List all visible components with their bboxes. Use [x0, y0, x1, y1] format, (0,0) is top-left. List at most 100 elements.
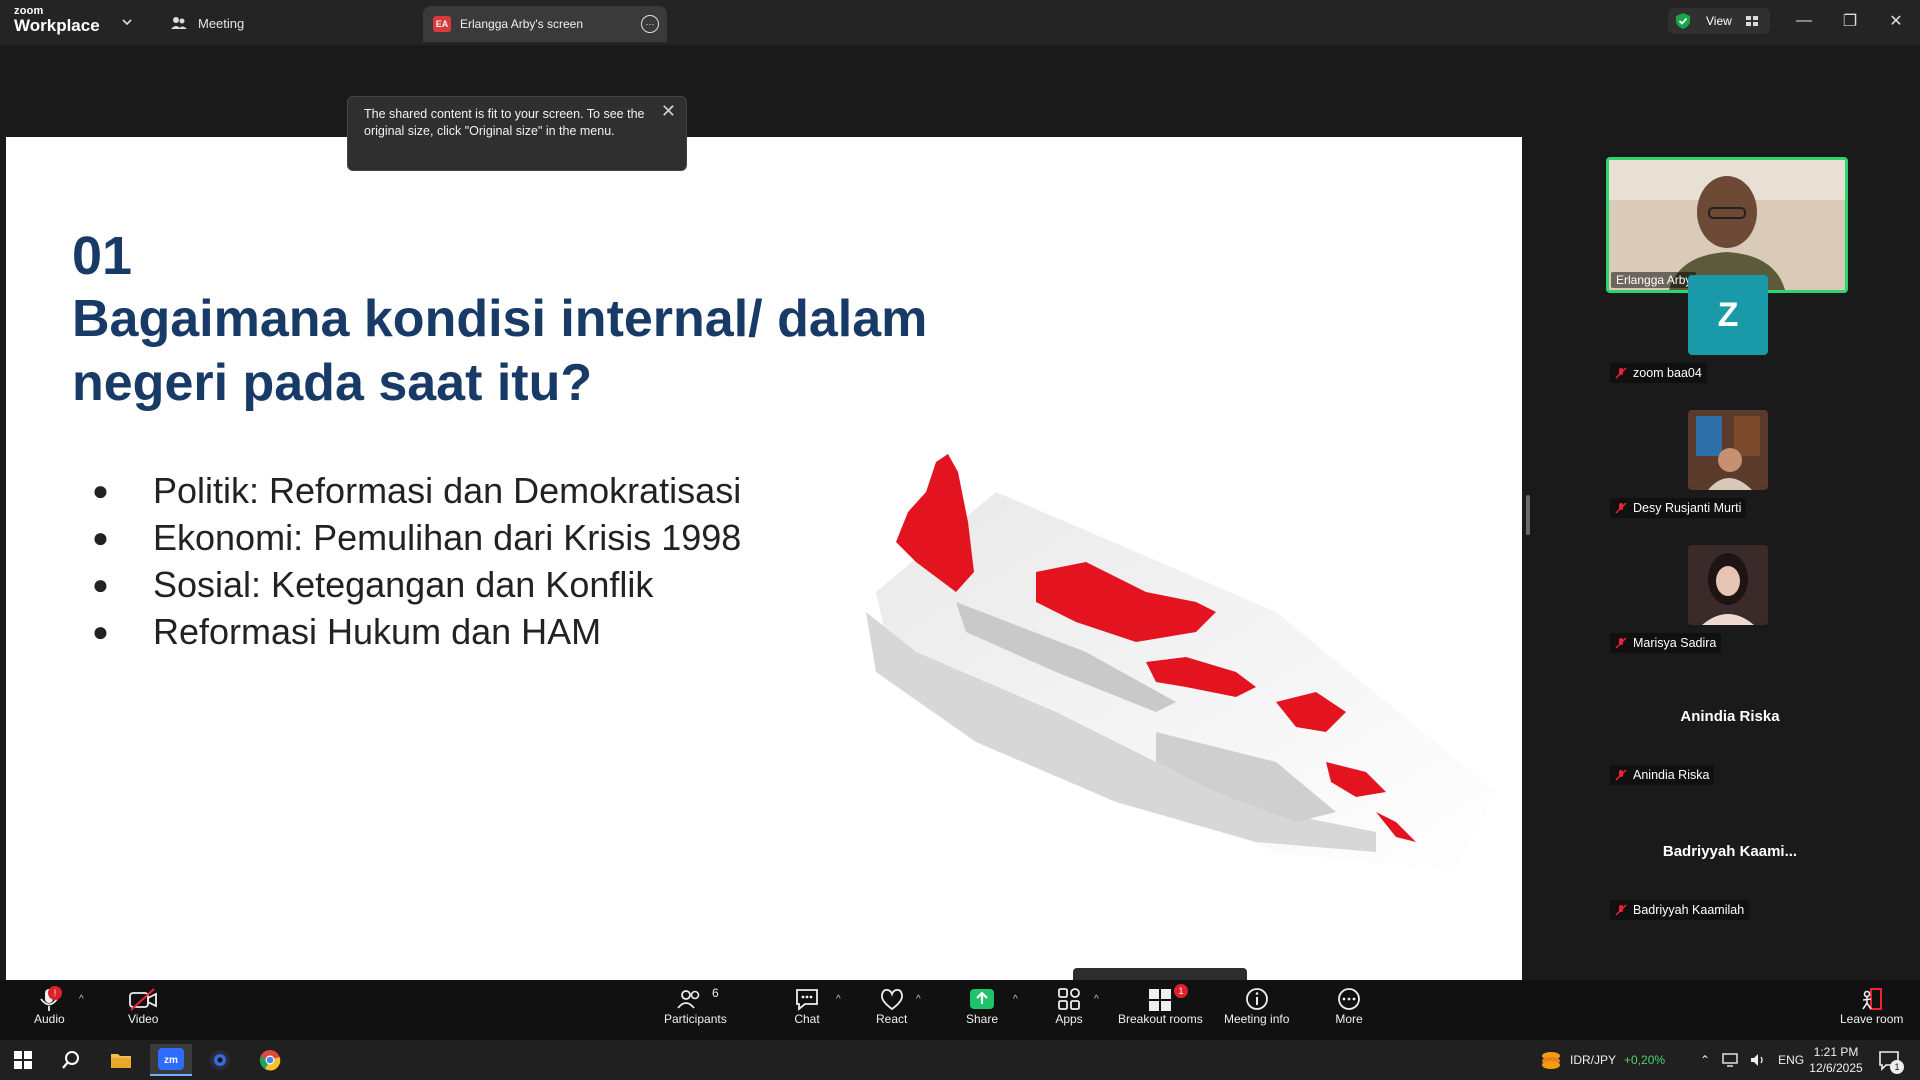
participant-display-name: Badriyyah Kaami... [1662, 843, 1798, 860]
meeting-info-button[interactable]: Meeting info [1224, 986, 1289, 1026]
react-options-caret[interactable]: ^ [916, 994, 921, 1005]
chat-options-caret[interactable]: ^ [836, 994, 841, 1005]
audio-options-caret[interactable]: ^ [79, 994, 84, 1005]
chat-icon [796, 989, 818, 1011]
search-icon [62, 1051, 79, 1069]
video-label: Video [128, 1012, 159, 1026]
share-button[interactable]: Share [966, 986, 998, 1026]
react-button[interactable]: React [876, 986, 907, 1026]
participant-name-label: Desy Rusjanti Murti [1610, 498, 1747, 518]
slide-number: 01 [72, 226, 133, 286]
bullet-item: ● Reformasi Hukum dan HAM [92, 608, 741, 655]
mic-muted-icon [1615, 769, 1627, 781]
indonesia-map-illustration [866, 454, 1496, 872]
chevron-up-icon[interactable]: ⌃ [1700, 1053, 1710, 1067]
folder-icon [111, 1054, 131, 1068]
system-tray: ⌃ ENG [1700, 1040, 1804, 1080]
close-window-button[interactable]: ✕ [1876, 8, 1916, 34]
speaker-video-feed [1609, 160, 1845, 290]
windows-logo-icon [14, 1051, 32, 1069]
avatar-photo [1688, 410, 1768, 490]
restore-button[interactable]: ❐ [1830, 8, 1870, 34]
avatar [1688, 410, 1768, 490]
breakout-rooms-button[interactable]: Breakout rooms 1 [1118, 984, 1203, 1026]
chevron-down-icon[interactable] [120, 15, 134, 29]
panel-resize-handle[interactable] [1526, 495, 1530, 535]
avatar-initial: Z [1717, 295, 1739, 334]
active-speaker-name: Erlangga Arby [1611, 272, 1697, 288]
avatar: Z [1688, 275, 1768, 355]
chat-button[interactable]: Chat [793, 986, 821, 1026]
windows-start-button[interactable] [2, 1044, 44, 1076]
more-button[interactable]: More [1335, 986, 1363, 1026]
share-options-caret[interactable]: ^ [1013, 994, 1018, 1005]
apps-options-caret[interactable]: ^ [1094, 994, 1099, 1005]
notification-center-button[interactable]: 1 [1878, 1040, 1904, 1080]
video-button[interactable]: Video [128, 986, 158, 1026]
avatar-photo [1688, 545, 1768, 625]
search-button[interactable] [50, 1044, 92, 1076]
participants-count: 6 [712, 986, 719, 1000]
more-icon [1338, 988, 1360, 1010]
ticker-pair: IDR/JPY [1570, 1053, 1617, 1067]
network-icon[interactable] [1722, 1053, 1738, 1067]
chrome-app[interactable] [249, 1044, 291, 1076]
active-speaker-video[interactable]: Erlangga Arby [1606, 157, 1848, 293]
participant-name: Badriyyah Kaamilah [1633, 903, 1745, 917]
audio-button[interactable]: Audio ! [34, 986, 65, 1026]
view-button[interactable]: View [1668, 8, 1770, 34]
share-label: Share [966, 1012, 999, 1026]
minimize-button[interactable]: — [1784, 8, 1824, 34]
mic-muted-icon [1615, 502, 1627, 514]
leave-room-button[interactable]: Leave room [1840, 986, 1903, 1026]
bullet-text: Sosial: Ketegangan dan Konflik [153, 564, 654, 605]
mic-muted-icon [1615, 637, 1627, 649]
svg-text:zm: zm [164, 1055, 178, 1066]
participant-name-label: Anindia Riska [1610, 765, 1715, 785]
info-icon [1245, 988, 1268, 1010]
participant-name-label: zoom baa04 [1610, 363, 1707, 383]
leave-room-icon [1862, 988, 1882, 1010]
participant-name-label: Marisya Sadira [1610, 633, 1722, 653]
tab-shared-screen[interactable]: EA Erlangga Arby's screen ··· [423, 6, 667, 42]
language-indicator[interactable]: ENG [1778, 1053, 1804, 1067]
react-label: React [876, 1012, 908, 1026]
more-options-icon[interactable]: ··· [641, 15, 659, 33]
brand-bottom: Workplace [14, 16, 100, 35]
view-label: View [1706, 14, 1732, 28]
clock-time: 1:21 PM [1813, 1045, 1859, 1059]
file-explorer-app[interactable] [100, 1044, 142, 1076]
breakout-rooms-icon [1149, 989, 1172, 1011]
title-bar: zoom Workplace Meeting EA Erlangga Arby'… [0, 0, 1920, 45]
bullet-text: Politik: Reformasi dan Demokratisasi [153, 470, 742, 511]
camera-app[interactable] [199, 1044, 241, 1076]
volume-icon[interactable] [1750, 1053, 1766, 1067]
currency-widget[interactable]: IDR/JPY +0,20% [1540, 1040, 1665, 1080]
grid-view-icon [1745, 16, 1758, 26]
zoom-workplace-logo[interactable]: zoom Workplace [14, 6, 100, 35]
ea-badge: EA [433, 16, 451, 32]
avatar [1688, 545, 1768, 625]
mic-muted-icon [1615, 367, 1627, 379]
ticker-change: +0,20% [1624, 1053, 1666, 1067]
participants-button[interactable]: Participants 6 [664, 986, 727, 1026]
audio-alert-badge: ! [48, 986, 62, 1000]
participant-name: zoom baa04 [1633, 366, 1702, 380]
zoom-app-icon: zm [158, 1048, 184, 1070]
close-icon[interactable]: ✕ [661, 102, 676, 120]
clock[interactable]: 1:21 PM 12/6/2025 [1806, 1040, 1866, 1080]
participant-display-name: Anindia Riska [1680, 708, 1780, 725]
participant-name: Desy Rusjanti Murti [1633, 501, 1742, 515]
zoom-app[interactable]: zm [150, 1044, 192, 1076]
bullet-text: Reformasi Hukum dan HAM [153, 611, 602, 652]
bullet-text: Ekonomi: Pemulihan dari Krisis 1998 [153, 517, 742, 558]
video-off-icon [129, 988, 158, 1011]
notification-count: 1 [1890, 1060, 1904, 1074]
apps-button[interactable]: Apps [1055, 986, 1083, 1026]
chat-label: Chat [794, 1012, 820, 1026]
tab-meeting[interactable]: Meeting [170, 10, 244, 36]
clock-date: 12/6/2025 [1809, 1061, 1863, 1075]
slide-title: Bagaimana kondisi internal/ dalam negeri… [72, 290, 928, 412]
meeting-toolbar: Audio ! ^ Video Participants 6 Chat ^ Re… [0, 980, 1920, 1040]
participants-icon [677, 990, 700, 1009]
